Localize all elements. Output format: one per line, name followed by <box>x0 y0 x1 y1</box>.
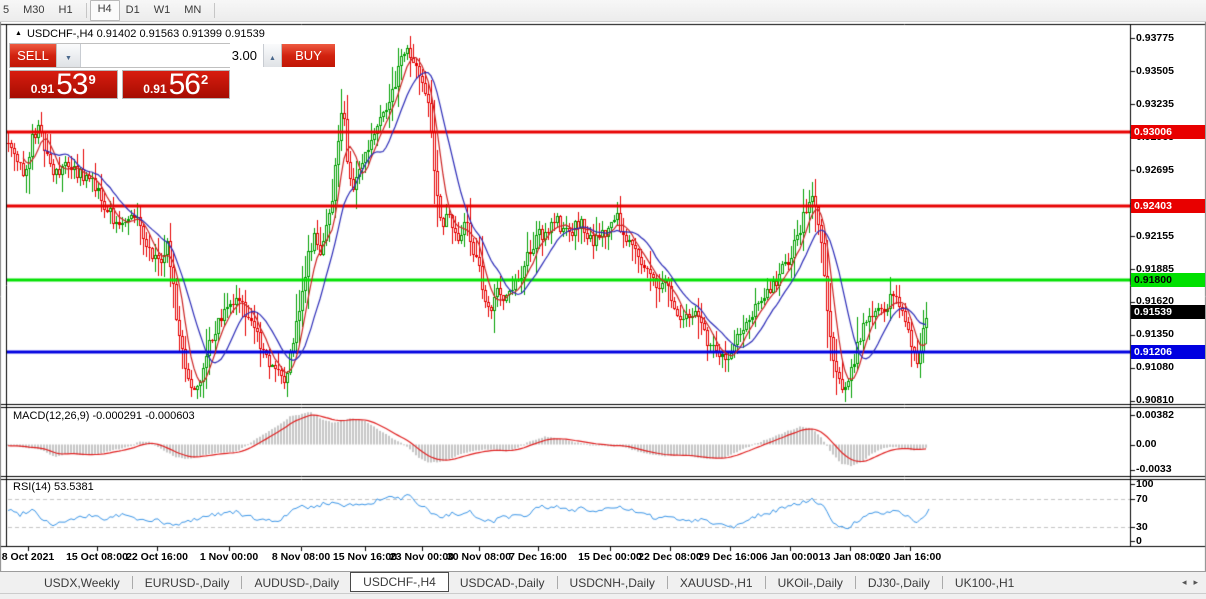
volume-increase-button[interactable]: ▲ <box>263 44 281 67</box>
tab-separator <box>941 576 943 589</box>
timeframe-button-m30[interactable]: M30 <box>15 1 52 20</box>
volume-spinner: ▼ ▲ <box>56 44 282 67</box>
buy-price-prefix: 0.91 <box>143 82 167 96</box>
chart-tab-xauusd-h1[interactable]: XAUUSD-,H1 <box>669 573 764 593</box>
toolbar-separator <box>214 3 216 18</box>
down-arrow-icon: ▼ <box>65 55 72 62</box>
chart-tab-usdx-weekly[interactable]: USDX,Weekly <box>33 573 131 593</box>
chart-tab-eurusd-daily[interactable]: EURUSD-,Daily <box>134 573 241 593</box>
chart-tab-usdcad-daily[interactable]: USDCAD-,Daily <box>449 573 556 593</box>
sell-price-pip-digit: 9 <box>88 72 96 87</box>
timeframe-toolbar: 5 M30 H1 H4 D1 W1 MN <box>0 0 1206 22</box>
sell-price-display[interactable]: 0.91 53 9 <box>9 68 118 101</box>
tab-scroll-controls: ◂ ▸ <box>1182 577 1206 588</box>
tab-separator <box>666 576 668 589</box>
timeframe-button-mn[interactable]: MN <box>176 1 209 20</box>
chart-tab-usdchf-h4[interactable]: USDCHF-,H4 <box>350 572 449 592</box>
toolbar-separator <box>85 3 87 18</box>
buy-button[interactable]: BUY <box>282 44 335 67</box>
chart-tab-dj30-daily[interactable]: DJ30-,Daily <box>857 573 941 593</box>
tab-separator <box>241 576 243 589</box>
tab-scroll-left-icon[interactable]: ◂ <box>1182 577 1187 588</box>
tab-separator <box>854 576 856 589</box>
up-arrow-icon: ▲ <box>269 55 276 62</box>
tab-scroll-right-icon[interactable]: ▸ <box>1193 577 1198 588</box>
tab-separator <box>764 576 766 589</box>
volume-input[interactable] <box>81 44 263 67</box>
chart-tab-uk100-h1[interactable]: UK100-,H1 <box>944 573 1025 593</box>
timeframe-button-h1[interactable]: H1 <box>51 1 81 20</box>
trading-terminal-window: 5 M30 H1 H4 D1 W1 MN ▲ USDCHF-,H4 0.91402 0.915… <box>0 0 1206 599</box>
sell-price-big-digits: 53 <box>56 68 88 101</box>
chart-tab-usdcnh-daily[interactable]: USDCNH-,Daily <box>559 573 666 593</box>
chart-window: ▲ USDCHF-,H4 0.91402 0.91563 0.91399 0.91… <box>0 22 1206 571</box>
timeframe-button-w1[interactable]: W1 <box>146 1 179 20</box>
volume-decrease-button[interactable]: ▼ <box>57 44 81 67</box>
status-strip <box>0 593 1206 599</box>
tab-separator <box>131 576 133 589</box>
chart-tab-audusd-daily[interactable]: AUDUSD-,Daily <box>243 573 350 593</box>
chart-tab-ukoil-daily[interactable]: UKOil-,Daily <box>767 573 854 593</box>
chart-canvas[interactable] <box>0 22 1206 571</box>
buy-price-pip-digit: 2 <box>201 72 209 87</box>
buy-price-display[interactable]: 0.91 56 2 <box>121 68 230 101</box>
tab-separator <box>556 576 558 589</box>
timeframe-button-d1[interactable]: D1 <box>118 1 148 20</box>
buy-price-big-digits: 56 <box>168 68 201 101</box>
timeframe-button-h4[interactable]: H4 <box>89 0 120 21</box>
sell-button[interactable]: SELL <box>10 44 56 67</box>
chart-tab-bar: USDX,Weekly EURUSD-,Daily AUDUSD-,Daily USD… <box>0 571 1206 593</box>
sell-price-prefix: 0.91 <box>30 82 55 96</box>
